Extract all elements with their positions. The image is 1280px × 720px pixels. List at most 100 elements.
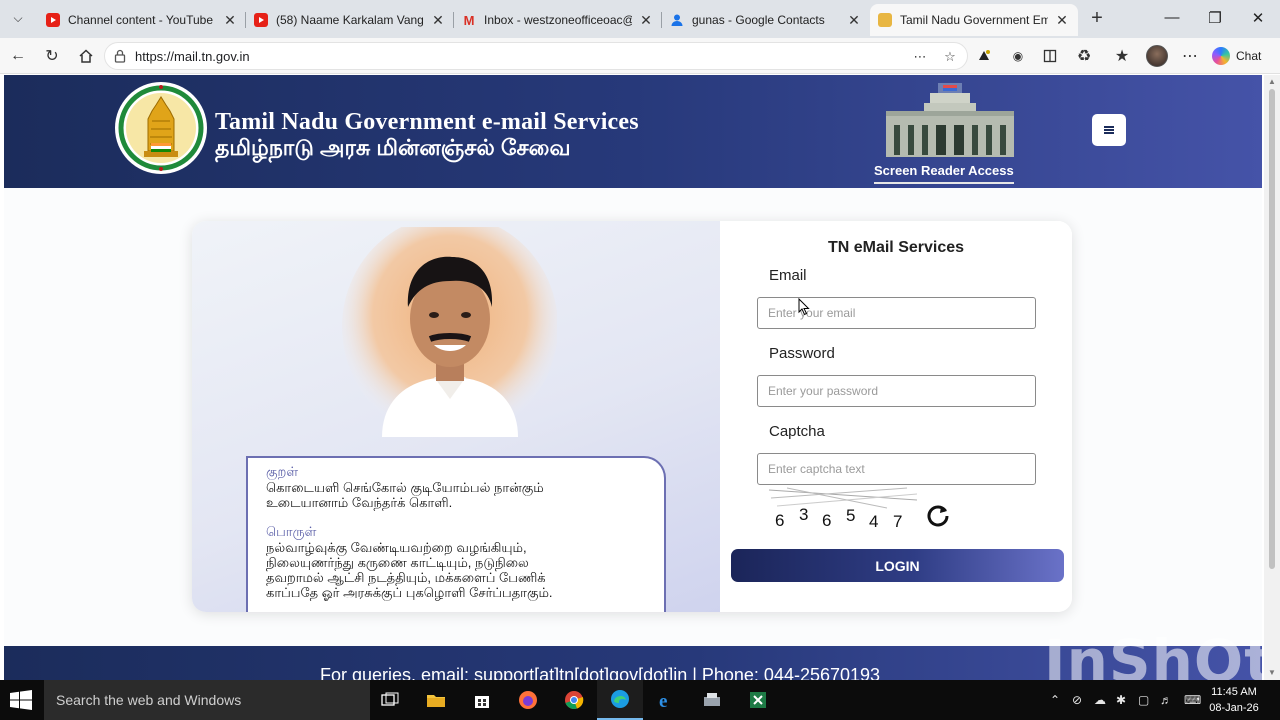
network-icon[interactable]: ▢	[1138, 693, 1149, 707]
back-icon[interactable]: ←	[6, 44, 30, 68]
onedrive-icon[interactable]: ☁	[1094, 693, 1106, 707]
tn-emblem-logo	[115, 82, 207, 174]
favorite-star-icon[interactable]: ☆	[941, 48, 959, 66]
tab-youtube-video[interactable]: (58) Naame Karkalam Vanga - Y ✕	[246, 4, 454, 36]
password-input[interactable]	[757, 375, 1036, 407]
youtube-icon	[254, 13, 268, 27]
ie-icon[interactable]: e	[643, 680, 689, 720]
extension-icon[interactable]	[972, 44, 996, 68]
tab-gmail-inbox[interactable]: M Inbox - westzoneofficeoac@gm ✕	[454, 4, 662, 36]
close-icon[interactable]: ✕	[1054, 12, 1070, 29]
tn-emblem-icon	[878, 13, 892, 27]
captcha-char: 3	[799, 505, 808, 524]
record-icon[interactable]: ◉	[1006, 44, 1030, 68]
bluetooth-icon[interactable]: ✱	[1116, 693, 1126, 707]
extensions-puzzle-icon[interactable]: ♻	[1072, 44, 1096, 68]
contacts-icon	[670, 13, 684, 27]
tab-title: (58) Naame Karkalam Vanga - Y	[276, 13, 424, 27]
site-title-tamil: தமிழ்நாடு அரசு மின்னஞ்சல் சேவை	[215, 135, 571, 160]
captcha-char: 7	[893, 512, 902, 530]
taskbar-search-box[interactable]: Search the web and Windows	[44, 680, 370, 720]
meaning-line-1: நல்வாழ்வுக்கு வேண்டியவற்றை வழங்கியும்,	[266, 540, 527, 555]
captcha-char: 6	[822, 511, 831, 530]
lock-icon[interactable]	[113, 49, 127, 63]
meaning-heading: பொருள்	[266, 524, 317, 539]
tab-title: Inbox - westzoneofficeoac@gm	[484, 13, 632, 27]
meaning-line-4: காப்பதே ஓர் அரசுக்குப் புகழொளி சேர்ப்பதா…	[266, 585, 553, 600]
store-icon[interactable]	[459, 680, 505, 720]
tab-tn-email[interactable]: Tamil Nadu Government Email ✕	[870, 4, 1078, 36]
login-button[interactable]: LOGIN	[731, 549, 1064, 582]
footer-contact-text: For queries, email: support[at]tn[dot]go…	[320, 665, 881, 680]
youtube-icon	[46, 13, 60, 27]
captcha-char: 4	[869, 512, 878, 530]
file-explorer-icon[interactable]	[413, 680, 459, 720]
printer-app-icon[interactable]	[689, 680, 735, 720]
site-header: Tamil Nadu Government e-mail Services தம…	[4, 75, 1262, 188]
taskbar-clock[interactable]: 11:45 AM 08-Jan-26	[1206, 684, 1262, 716]
left-info-panel: குறள் கொடையளி செங்கோல் குடியோம்பல் நான்க…	[192, 221, 720, 612]
login-form-panel: TN eMail Services Email Password Captcha…	[720, 221, 1072, 612]
more-menu-icon[interactable]: ⋯	[1178, 44, 1202, 68]
chief-minister-portrait	[342, 227, 557, 439]
favorites-icon[interactable]: ★	[1110, 44, 1134, 68]
hamburger-menu-button[interactable]	[1092, 114, 1126, 146]
browser-tab-strip: ⌵ Channel content - YouTube Stu ✕ (58) N…	[0, 0, 1280, 38]
close-icon[interactable]: ✕	[638, 12, 654, 29]
screen-reader-access-link[interactable]: Screen Reader Access	[874, 163, 1014, 184]
tab-google-contacts[interactable]: gunas - Google Contacts ✕	[662, 4, 870, 36]
tab-youtube-studio[interactable]: Channel content - YouTube Stu ✕	[38, 4, 246, 36]
close-icon[interactable]: ✕	[846, 12, 862, 29]
task-view-icon[interactable]	[367, 680, 413, 720]
scroll-up-arrow-icon[interactable]: ▲	[1267, 77, 1277, 87]
edge-icon[interactable]	[597, 680, 643, 720]
address-bar[interactable]: https://mail.tn.gov.in ⋯ ☆	[104, 42, 968, 70]
url-text[interactable]: https://mail.tn.gov.in	[135, 49, 250, 64]
home-icon[interactable]	[74, 44, 98, 68]
tab-title: gunas - Google Contacts	[692, 13, 825, 27]
windows-start-icon[interactable]	[10, 690, 32, 710]
reader-mode-icon[interactable]: ⋯	[911, 48, 929, 66]
scrollbar-thumb[interactable]	[1269, 89, 1275, 569]
clock-time: 11:45 AM	[1211, 686, 1257, 698]
password-label: Password	[769, 345, 835, 362]
tab-title: Channel content - YouTube Stu	[68, 13, 216, 27]
windows-taskbar: Search the web and Windows e ⌃ ⊘ ☁ ✱ ▢ ♬…	[0, 680, 1280, 720]
hamburger-icon	[1104, 126, 1114, 134]
kural-line-2: உடையானாம் வேந்தர்க் கொளி.	[266, 495, 453, 510]
scroll-down-arrow-icon[interactable]: ▼	[1267, 668, 1277, 678]
site-title-english: Tamil Nadu Government e-mail Services	[215, 109, 639, 135]
svg-text:e: e	[659, 691, 667, 710]
chrome-icon[interactable]	[551, 680, 597, 720]
refresh-captcha-icon[interactable]	[925, 503, 951, 529]
show-hidden-icons-icon[interactable]: ⌃	[1050, 693, 1060, 707]
kural-heading: குறள்	[266, 464, 299, 479]
copilot-icon	[1212, 47, 1230, 65]
new-tab-button[interactable]: +	[1086, 8, 1108, 30]
close-icon[interactable]: ✕	[222, 12, 238, 29]
firefox-icon[interactable]	[505, 680, 551, 720]
chat-label: Chat	[1236, 49, 1262, 63]
reload-icon[interactable]: ↻	[40, 44, 64, 68]
email-label: Email	[769, 267, 807, 284]
meaning-line-3: தவறாமல் ஆட்சி நடத்தியும், மக்களைப் பேணிக…	[266, 570, 546, 585]
thirukkural-box: குறள் கொடையளி செங்கோல் குடியோம்பல் நான்க…	[246, 456, 666, 612]
meaning-line-2: நிலையுணர்ந்து கருணை காட்டியும், நடுநிலை	[266, 555, 529, 570]
profile-avatar[interactable]	[1146, 45, 1168, 67]
volume-icon[interactable]: ♬	[1160, 693, 1172, 707]
tab-search-chevron-icon[interactable]: ⌵	[6, 6, 30, 30]
secretariat-building-image	[886, 83, 1014, 157]
login-card: குறள் கொடையளி செங்கோல் குடியோம்பல் நான்க…	[192, 221, 1072, 612]
split-screen-icon[interactable]	[1038, 44, 1062, 68]
close-icon[interactable]: ✕	[430, 12, 446, 29]
keyboard-icon[interactable]: ⌨	[1184, 693, 1201, 707]
restore-icon[interactable]: ❐	[1205, 9, 1225, 27]
minimize-icon[interactable]: —	[1162, 9, 1182, 26]
window-close-icon[interactable]: ✕	[1248, 9, 1268, 27]
captcha-input[interactable]	[757, 453, 1036, 485]
excel-icon[interactable]	[735, 680, 781, 720]
page-scrollbar[interactable]: ▲ ▼	[1264, 75, 1280, 680]
copilot-chat-button[interactable]: Chat	[1212, 45, 1261, 67]
tab-title: Tamil Nadu Government Email	[900, 13, 1048, 27]
network-off-icon[interactable]: ⊘	[1072, 693, 1082, 707]
